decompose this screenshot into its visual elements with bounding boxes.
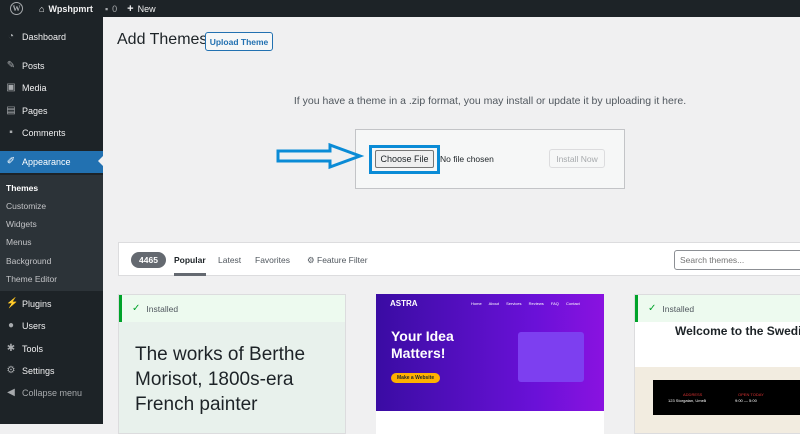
- media-icon: ▣: [6, 82, 16, 93]
- users-icon: ●: [7, 320, 15, 331]
- nav: FAQ: [550, 301, 559, 306]
- label: Comments: [22, 128, 66, 138]
- theme-card[interactable]: ✓ Installed The works of Berthe Morisot, …: [118, 294, 346, 434]
- label: Installed: [146, 303, 179, 314]
- sidebar-item-dashboard[interactable]: ◔ Dashboard: [0, 27, 103, 47]
- sidebar-item-posts[interactable]: ✎ Posts: [0, 56, 103, 76]
- new-link[interactable]: + New: [127, 3, 155, 15]
- sidebar-item-media[interactable]: ▣ Media: [0, 78, 103, 98]
- wordpress-icon: W: [10, 2, 23, 15]
- theme-preview-headline: Welcome to the Swedish Museum of Modern …: [675, 324, 800, 338]
- astra-nav: Home About Services Reviews FAQ Contact: [471, 301, 580, 306]
- theme-filter-bar: 4465 Popular Latest Favorites ⚙ Feature …: [118, 242, 800, 276]
- label: Feature Filter: [317, 255, 368, 265]
- installed-banner: ✓ Installed: [119, 295, 345, 322]
- plugin-icon: ⚡: [6, 298, 19, 309]
- comment-count: 0: [112, 3, 118, 14]
- comment-icon: ▪: [104, 3, 109, 14]
- label: Collapse menu: [22, 388, 83, 398]
- label: Pages: [22, 106, 48, 116]
- theme-card[interactable]: ✓ Installed Welcome to the Swedish Museum…: [634, 294, 800, 434]
- theme-card-astra[interactable]: ASTRA Home About Services Reviews FAQ Co…: [376, 294, 604, 434]
- nav: Services: [506, 301, 522, 306]
- theme-count-badge: 4465: [131, 252, 166, 268]
- new-label: New: [137, 3, 156, 14]
- wp-logo-button[interactable]: W: [10, 2, 23, 15]
- admin-bar: W ⌂ Wpshpmrt ▪ 0 + New: [0, 0, 800, 17]
- label: Media: [22, 83, 47, 93]
- label: ADDRESS: [683, 392, 703, 397]
- theme-preview: The works of Berthe Morisot, 1800s-era F…: [119, 322, 345, 433]
- label: Users: [22, 321, 46, 331]
- choose-file-button[interactable]: Choose File: [375, 150, 434, 168]
- upload-theme-button[interactable]: Upload Theme: [205, 32, 273, 51]
- search-themes-input[interactable]: [674, 250, 800, 270]
- site-name-link[interactable]: ⌂ Wpshpmrt: [39, 4, 93, 14]
- submenu-theme-editor[interactable]: Theme Editor: [6, 274, 57, 284]
- astra-features: [376, 411, 604, 434]
- tab-popular[interactable]: Popular: [174, 255, 206, 276]
- nav: Reviews: [528, 301, 544, 306]
- address: 123 Storgatan, Umeå: [668, 398, 707, 403]
- submenu-menus[interactable]: Menus: [6, 237, 32, 247]
- comments-link[interactable]: ▪ 0: [105, 4, 117, 14]
- sidebar-item-appearance[interactable]: ✐ Appearance: [0, 151, 103, 173]
- label: Tools: [22, 344, 44, 354]
- astra-logo: ASTRA: [390, 299, 418, 308]
- label: Settings: [22, 366, 55, 376]
- feature-filter-button[interactable]: ⚙ Feature Filter: [307, 255, 368, 266]
- brush-icon: ✐: [6, 156, 16, 167]
- label: Dashboard: [22, 32, 67, 42]
- upload-help-text: If you have a theme in a .zip format, yo…: [293, 95, 687, 107]
- tab-latest[interactable]: Latest: [218, 255, 241, 265]
- hours: 9:00 — 5:00: [735, 398, 757, 403]
- admin-sidebar: ◔ Dashboard ✎ Posts ▣ Media ▤ Pages ▪ Comment…: [0, 17, 103, 424]
- astra-cta: Make a Website: [391, 373, 441, 383]
- illustration: [518, 332, 584, 382]
- tab-favorites[interactable]: Favorites: [255, 255, 290, 265]
- sidebar-item-settings[interactable]: ⚙ Settings: [0, 361, 103, 381]
- site-name: Wpshpmrt: [48, 3, 93, 14]
- sidebar-item-tools[interactable]: ✱ Tools: [0, 339, 103, 359]
- label: Appearance: [22, 157, 71, 167]
- label: OPEN TODAY: [738, 392, 764, 397]
- file-status: No file chosen: [440, 154, 494, 164]
- home-icon: ⌂: [39, 3, 45, 14]
- dashboard-icon: ◔: [7, 31, 15, 42]
- settings-icon: ⚙: [6, 365, 16, 376]
- theme-preview: ASTRA Home About Services Reviews FAQ Co…: [376, 294, 604, 411]
- page-title: Add Themes: [117, 31, 208, 48]
- pages-icon: ▤: [6, 105, 16, 116]
- pin-icon: ✎: [6, 60, 16, 71]
- collapse-icon: ◀: [7, 387, 15, 398]
- sidebar-item-comments[interactable]: ▪ Comments: [0, 123, 103, 143]
- nav: Home: [471, 301, 482, 306]
- label: Plugins: [22, 299, 52, 309]
- submenu-background[interactable]: Background: [6, 256, 51, 266]
- sidebar-item-plugins[interactable]: ⚡ Plugins: [0, 294, 103, 314]
- info-box: ADDRESS 123 Storgatan, Umeå OPEN TODAY 9…: [653, 380, 800, 415]
- astra-headline: Your Idea Matters!: [391, 328, 454, 361]
- submenu-widgets[interactable]: Widgets: [6, 219, 37, 229]
- install-now-button[interactable]: Install Now: [549, 149, 605, 168]
- arrow-annotation-icon: [276, 142, 365, 170]
- check-icon: ✓: [132, 303, 141, 314]
- wrench-icon: ✱: [6, 343, 16, 354]
- nav: About: [488, 301, 500, 306]
- gear-icon: ⚙: [307, 255, 315, 265]
- appearance-submenu: Themes Customize Widgets Menus Backgroun…: [0, 175, 103, 291]
- label: Installed: [662, 303, 695, 314]
- submenu-customize[interactable]: Customize: [6, 201, 46, 211]
- collapse-menu-button[interactable]: ◀ Collapse menu: [0, 383, 103, 403]
- submenu-themes[interactable]: Themes: [6, 183, 38, 193]
- plus-icon: +: [127, 2, 134, 15]
- check-icon: ✓: [648, 303, 657, 314]
- sidebar-item-users[interactable]: ● Users: [0, 316, 103, 336]
- nav: Contact: [566, 301, 580, 306]
- sidebar-item-pages[interactable]: ▤ Pages: [0, 101, 103, 121]
- comment-icon: ▪: [9, 127, 13, 138]
- label: Posts: [22, 61, 45, 71]
- installed-banner: ✓ Installed: [635, 295, 800, 322]
